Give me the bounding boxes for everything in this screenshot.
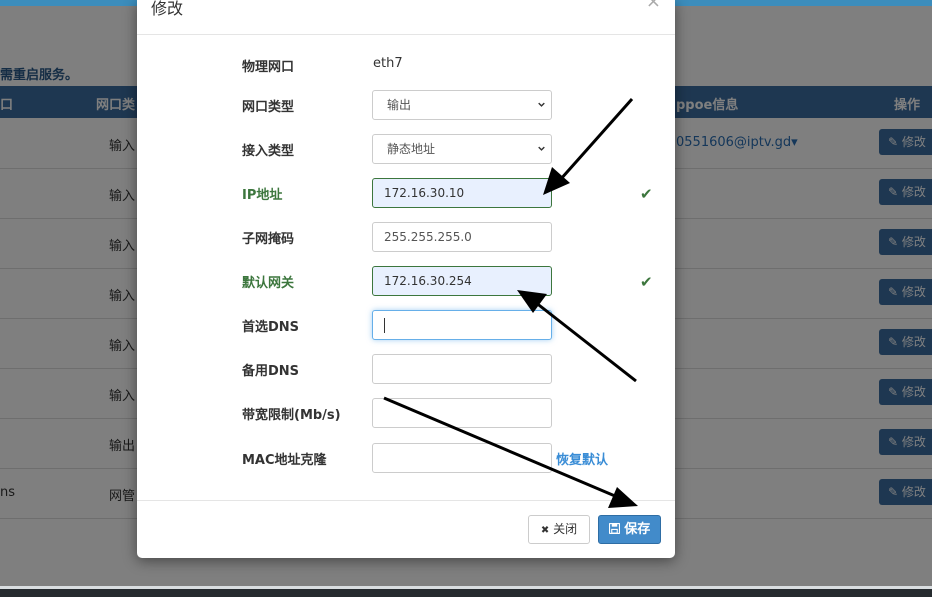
field-mac: MAC地址克隆 恢复默认 — [137, 443, 675, 473]
modal-footer-divider — [137, 500, 675, 501]
port-type-value: 输出 — [387, 98, 412, 112]
access-type-select[interactable]: 静态地址 — [372, 134, 552, 164]
field-netmask: 子网掩码 255.255.255.0 — [137, 222, 675, 252]
physical-port-value: eth7 — [373, 56, 403, 71]
save-button[interactable]: 保存 — [598, 515, 661, 544]
dns2-input[interactable] — [372, 354, 552, 384]
bandwidth-label: 带宽限制(Mb/s) — [242, 408, 341, 423]
port-type-label: 网口类型 — [242, 100, 295, 115]
chevron-down-icon — [538, 102, 545, 107]
netmask-label: 子网掩码 — [242, 232, 295, 247]
field-bandwidth: 带宽限制(Mb/s) — [137, 398, 675, 428]
ip-input[interactable]: 172.16.30.10 — [372, 178, 552, 208]
restore-default-link[interactable]: 恢复默认 — [556, 449, 608, 468]
text-caret — [384, 318, 385, 333]
field-dns2: 备用DNS — [137, 354, 675, 384]
bottom-bar — [0, 586, 932, 597]
mac-input[interactable] — [372, 443, 552, 473]
edit-modal: 修改 × 物理网口 eth7 网口类型 输出 接入类型 静态地址 IP地址 17… — [137, 0, 675, 558]
chevron-down-icon — [538, 146, 545, 151]
save-button-label: 保存 — [624, 522, 651, 537]
close-x-icon: ✖ — [540, 525, 550, 536]
check-icon: ✔ — [640, 273, 653, 291]
check-icon: ✔ — [640, 185, 653, 203]
field-gateway: 默认网关 172.16.30.254 ✔ — [137, 266, 675, 296]
port-type-select[interactable]: 输出 — [372, 90, 552, 120]
gateway-value: 172.16.30.254 — [384, 274, 472, 288]
access-type-value: 静态地址 — [387, 142, 436, 156]
field-ip: IP地址 172.16.30.10 ✔ — [137, 178, 675, 208]
dns1-label: 首选DNS — [242, 320, 300, 335]
close-button[interactable]: ✖ 关闭 — [528, 515, 590, 544]
gateway-input[interactable]: 172.16.30.254 — [372, 266, 552, 296]
netmask-value: 255.255.255.0 — [384, 230, 472, 244]
field-port-type: 网口类型 输出 — [137, 90, 675, 120]
ip-label: IP地址 — [242, 188, 283, 203]
floppy-disk-icon — [608, 522, 620, 535]
netmask-input[interactable]: 255.255.255.0 — [372, 222, 552, 252]
close-icon[interactable]: × — [646, 0, 661, 12]
modal-title: 修改 — [151, 0, 184, 18]
mac-label: MAC地址克隆 — [242, 453, 327, 468]
gateway-label: 默认网关 — [242, 276, 295, 291]
field-access-type: 接入类型 静态地址 — [137, 134, 675, 164]
close-button-label: 关闭 — [553, 522, 578, 536]
access-type-label: 接入类型 — [242, 144, 295, 159]
dns2-label: 备用DNS — [242, 364, 300, 379]
field-dns1: 首选DNS — [137, 310, 675, 340]
bandwidth-input[interactable] — [372, 398, 552, 428]
dns1-input[interactable] — [372, 310, 552, 340]
field-physical-port: 物理网口 eth7 — [137, 50, 675, 80]
modal-header-divider — [137, 34, 675, 35]
ip-value: 172.16.30.10 — [384, 186, 465, 200]
physical-port-label: 物理网口 — [242, 60, 295, 75]
